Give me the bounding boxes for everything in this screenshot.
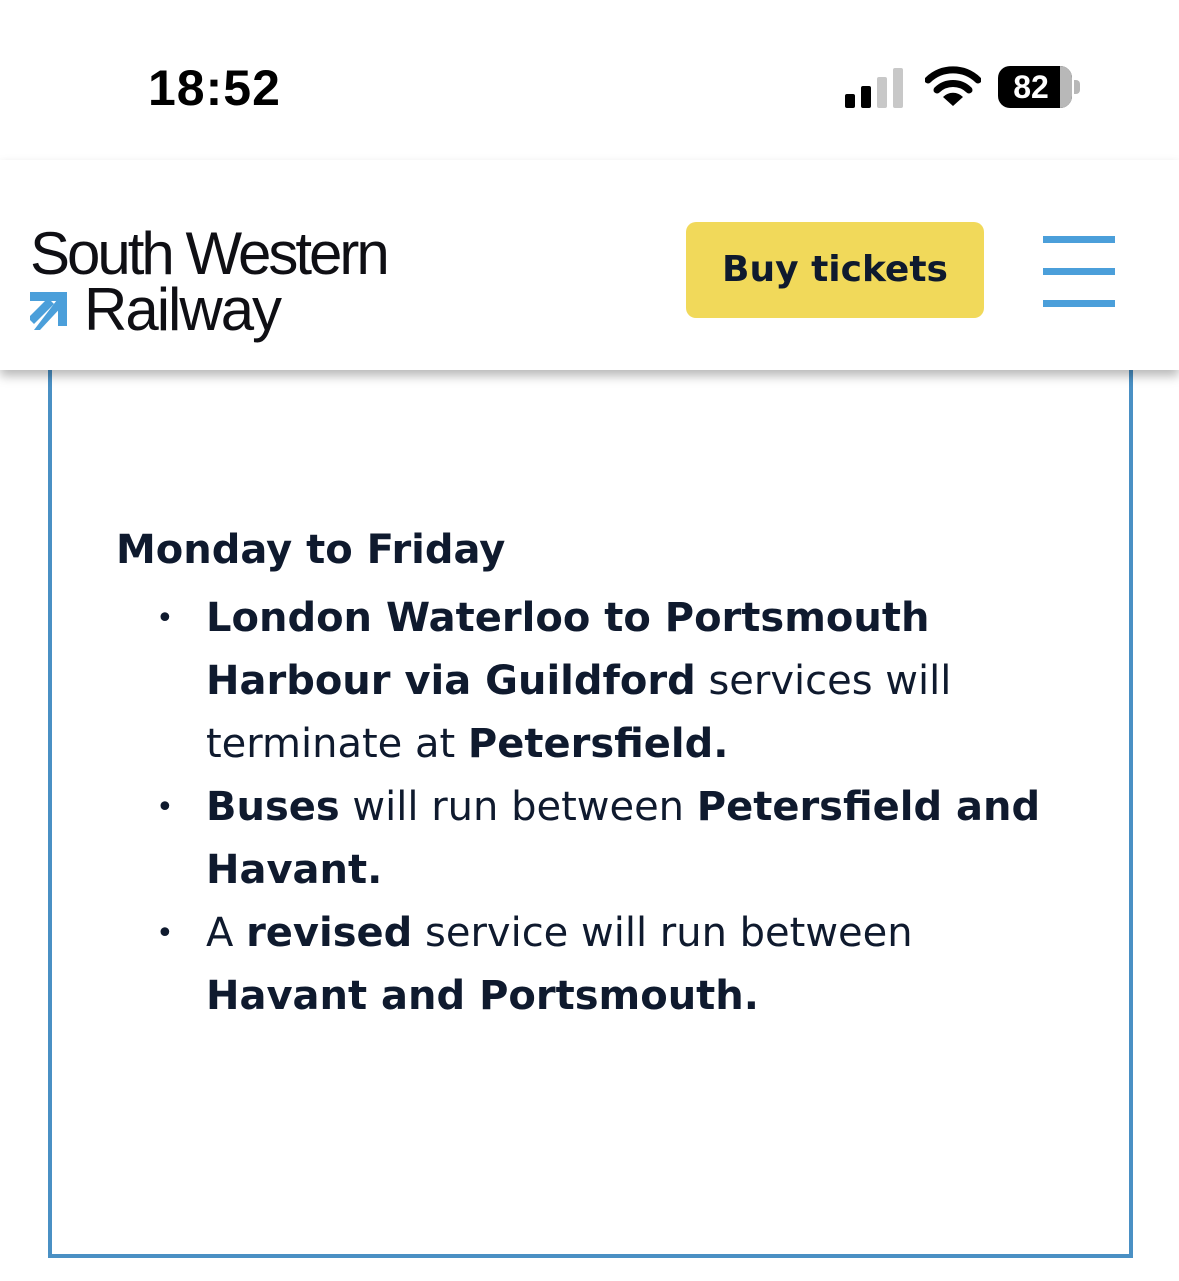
list-item: • A revised service will run between Hav… bbox=[156, 902, 1086, 1028]
menu-bar-bottom bbox=[1043, 300, 1115, 307]
list-item: • Buses will run between Petersfield and… bbox=[156, 776, 1086, 902]
item-text: A bbox=[206, 910, 247, 956]
menu-bar-middle bbox=[1043, 268, 1115, 275]
swr-arrow-icon bbox=[30, 292, 67, 330]
hamburger-menu-icon[interactable] bbox=[1040, 234, 1118, 310]
bullet-icon: • bbox=[156, 916, 174, 951]
list-item: • London Waterloo to Portsmouth Harbour … bbox=[156, 587, 1086, 776]
station-name: Petersfield. bbox=[467, 721, 729, 767]
site-header: South Western Railway Buy tickets bbox=[0, 160, 1179, 370]
buy-tickets-button[interactable]: Buy tickets bbox=[686, 222, 984, 318]
status-bar: 18:52 82 bbox=[0, 0, 1179, 160]
wifi-icon bbox=[925, 66, 981, 106]
service-list: • London Waterloo to Portsmouth Harbour … bbox=[156, 587, 1086, 1028]
battery-level-text: 82 bbox=[1013, 69, 1049, 105]
battery-body: 82 bbox=[998, 66, 1072, 108]
bullet-icon: • bbox=[156, 601, 174, 636]
section-heading: Monday to Friday bbox=[116, 527, 506, 573]
bullet-icon: • bbox=[156, 790, 174, 825]
status-time: 18:52 bbox=[148, 60, 281, 116]
cellular-signal-icon bbox=[845, 68, 903, 108]
service-info-card: Monday to Friday • London Waterloo to Po… bbox=[48, 330, 1133, 1258]
service-qualifier: revised bbox=[246, 910, 413, 956]
brand-name-line2: Railway bbox=[84, 276, 282, 343]
battery-cap bbox=[1074, 80, 1080, 94]
battery-icon: 82 bbox=[998, 66, 1082, 110]
station-names: Havant and Portsmouth. bbox=[206, 973, 759, 1019]
item-text: will run between bbox=[339, 784, 697, 830]
brand-logo[interactable]: South Western Railway bbox=[30, 222, 430, 352]
item-text: service will run between bbox=[412, 910, 913, 956]
menu-bar-top bbox=[1043, 236, 1115, 243]
service-type: Buses bbox=[206, 784, 340, 830]
